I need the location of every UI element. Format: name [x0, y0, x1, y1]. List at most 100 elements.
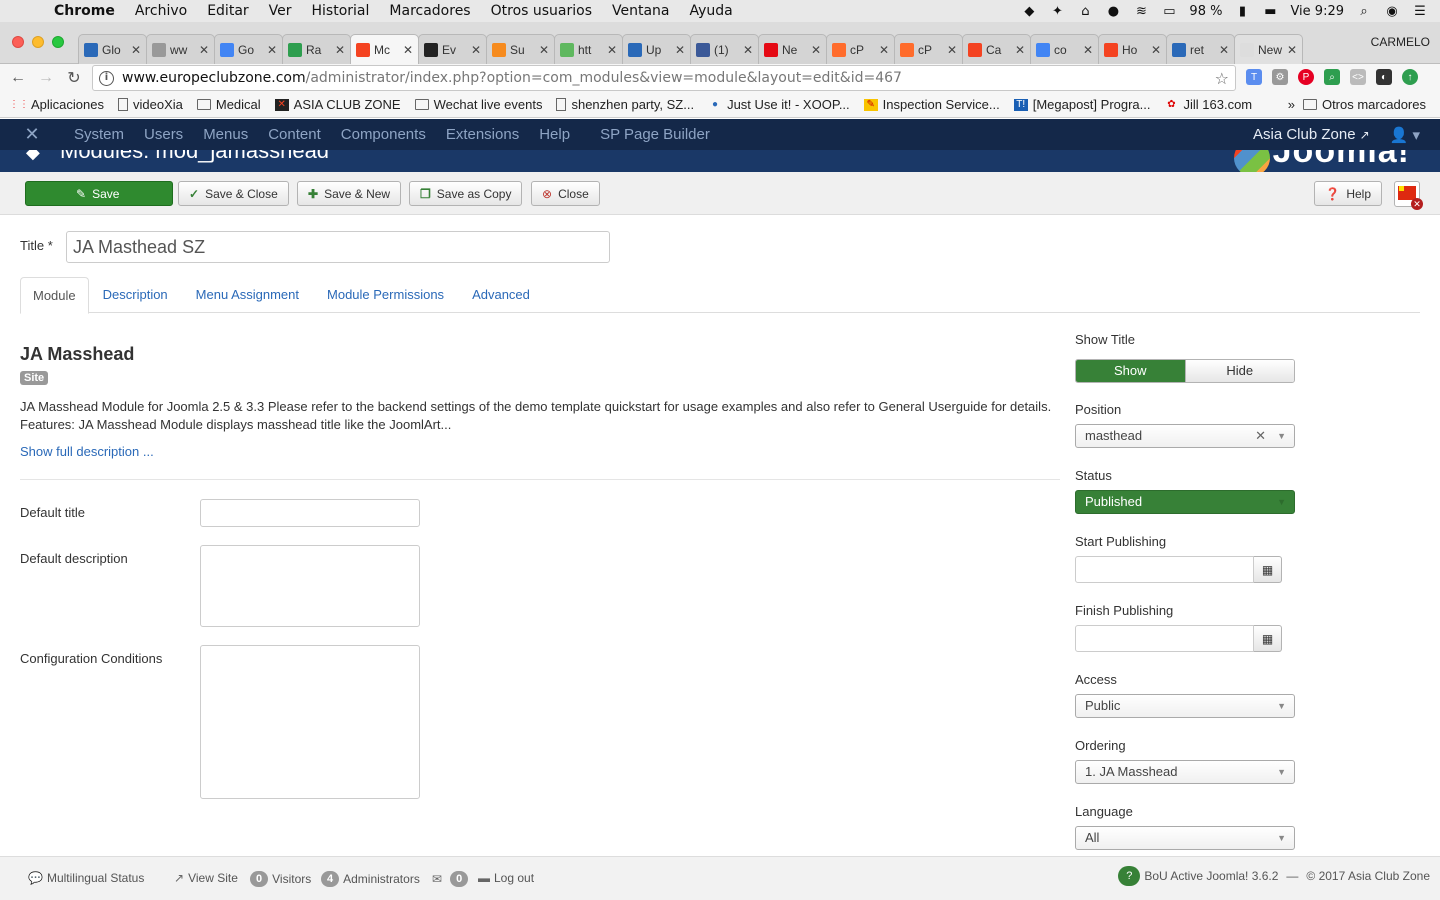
nav-extensions[interactable]: Extensions	[436, 126, 529, 143]
visitors-status[interactable]: 0 Visitors	[250, 871, 311, 887]
bookmark-inspection-service[interactable]: ✎ Inspection Service...	[863, 97, 1000, 112]
reload-icon[interactable]: ↻	[60, 68, 88, 88]
bookmark-asia-club-zone[interactable]: ✕ ASIA CLUB ZONE	[274, 97, 401, 112]
hide-option[interactable]: Hide	[1184, 360, 1294, 382]
back-icon[interactable]: ←	[4, 69, 32, 87]
bookmark-other[interactable]: Otros marcadores	[1302, 97, 1426, 112]
battery-icon[interactable]: ▮	[1234, 4, 1250, 19]
administrators-status[interactable]: 4 Administrators	[321, 871, 420, 887]
menu-chrome[interactable]: Chrome	[38, 3, 125, 19]
flag-spain-icon[interactable]: ▬	[1262, 4, 1278, 19]
browser-tab[interactable]: Up ✕	[622, 34, 691, 64]
wifi-icon[interactable]: ≋	[1133, 4, 1149, 19]
code-extension-icon[interactable]: <>	[1350, 69, 1366, 85]
menu-ayuda[interactable]: Ayuda	[680, 3, 743, 19]
show-option[interactable]: Show	[1076, 360, 1185, 382]
show-full-description-link[interactable]: Show full description ...	[20, 444, 154, 459]
browser-tab[interactable]: Go ✕	[214, 34, 283, 64]
browser-tab[interactable]: Su ✕	[486, 34, 555, 64]
settings-extension-icon[interactable]: ⚙	[1272, 69, 1288, 85]
forward-icon[interactable]: →	[32, 69, 60, 87]
browser-tab[interactable]: htt ✕	[554, 34, 623, 64]
view-site-link[interactable]: ↗ View Site	[174, 871, 238, 885]
language-flag-button[interactable]: ✕	[1394, 181, 1423, 210]
language-select[interactable]: All ▼	[1075, 826, 1295, 850]
menu-archivo[interactable]: Archivo	[125, 3, 197, 19]
messages-status[interactable]: ✉ 0	[432, 871, 472, 887]
close-tab-icon[interactable]: ✕	[811, 43, 821, 57]
notification-center-icon[interactable]: ☰	[1412, 4, 1428, 19]
browser-tab[interactable]: Glo ✕	[78, 34, 147, 64]
menu-otros-usuarios[interactable]: Otros usuarios	[481, 3, 602, 19]
siri-icon[interactable]: ◉	[1384, 4, 1400, 19]
clock[interactable]: Vie 9:29	[1290, 4, 1344, 19]
logout-link[interactable]: ▬ Log out	[478, 871, 534, 885]
default-title-input[interactable]	[200, 499, 420, 527]
tab-module[interactable]: Module	[20, 277, 89, 314]
help-button[interactable]: ❓ Help	[1314, 181, 1382, 206]
close-tab-icon[interactable]: ✕	[267, 43, 277, 57]
nav-users[interactable]: Users	[134, 126, 193, 143]
minimize-window-button[interactable]	[32, 36, 44, 48]
bookmark-medical[interactable]: Medical	[196, 97, 261, 112]
bookmark-just-use-it[interactable]: ● Just Use it! - XOOP...	[708, 97, 850, 112]
clear-icon[interactable]: ✕	[1255, 425, 1266, 447]
close-tab-icon[interactable]: ✕	[947, 43, 957, 57]
browser-tab[interactable]: New T✕	[1234, 34, 1303, 64]
joomla-logo-icon[interactable]: ✕	[0, 124, 64, 145]
tab-advanced[interactable]: Advanced	[458, 277, 544, 313]
lock-icon[interactable]: ⌂	[1077, 4, 1093, 19]
translate-extension-icon[interactable]: T	[1246, 69, 1262, 85]
browser-tab[interactable]: Ca ✕	[962, 34, 1031, 64]
configuration-conditions-textarea[interactable]	[200, 645, 420, 799]
zoom-window-button[interactable]	[52, 36, 64, 48]
nav-menus[interactable]: Menus	[193, 126, 258, 143]
close-tab-icon[interactable]: ✕	[1083, 43, 1093, 57]
close-tab-icon[interactable]: ✕	[743, 43, 753, 57]
title-input[interactable]	[66, 231, 610, 263]
info-icon[interactable]: i	[99, 70, 114, 86]
bookmark-shenzhen-party[interactable]: shenzhen party, SZ...	[556, 97, 694, 112]
wechat-icon[interactable]: ●	[1105, 4, 1121, 19]
search-extension-icon[interactable]: ⌕	[1324, 69, 1340, 85]
close-tab-icon[interactable]: ✕	[1015, 43, 1025, 57]
bookmark-megapost[interactable]: T! [Megapost] Progra...	[1013, 97, 1151, 112]
close-tab-icon[interactable]: ✕	[879, 43, 889, 57]
position-select[interactable]: masthead ✕ ▼	[1075, 424, 1295, 448]
incognito-extension-icon[interactable]: ◐	[1376, 69, 1392, 85]
tab-module-permissions[interactable]: Module Permissions	[313, 277, 458, 313]
spotlight-search-icon[interactable]: ⌕	[1356, 4, 1372, 19]
calendar-icon[interactable]: ▦	[1254, 625, 1282, 652]
ordering-select[interactable]: 1. JA Masshead ▼	[1075, 760, 1295, 784]
bookmarks-overflow-chevron[interactable]: »	[1288, 97, 1295, 112]
bookmark-star-icon[interactable]: ☆	[1215, 69, 1229, 88]
close-tab-icon[interactable]: ✕	[335, 43, 345, 57]
address-bar[interactable]: i www.europeclubzone.com /administrator/…	[92, 65, 1236, 91]
close-tab-icon[interactable]: ✕	[471, 43, 481, 57]
menu-ver[interactable]: Ver	[259, 3, 302, 19]
start-publishing-input[interactable]	[1075, 556, 1254, 583]
close-tab-icon[interactable]: ✕	[131, 43, 141, 57]
close-tab-icon[interactable]: ✕	[199, 43, 209, 57]
browser-tab[interactable]: ret ✕	[1166, 34, 1235, 64]
nav-help[interactable]: Help	[529, 126, 580, 143]
save-close-button[interactable]: ✓ Save & Close	[178, 181, 289, 206]
close-tab-icon[interactable]: ✕	[675, 43, 685, 57]
close-button[interactable]: ⊗ Close	[531, 181, 600, 206]
close-tab-icon[interactable]: ✕	[1287, 43, 1297, 57]
upload-extension-icon[interactable]: ↑	[1402, 69, 1418, 85]
multilingual-status-link[interactable]: 💬 Multilingual Status	[28, 871, 144, 885]
access-select[interactable]: Public ▼	[1075, 694, 1295, 718]
dropbox-icon[interactable]: ◆	[1021, 4, 1037, 19]
nav-content[interactable]: Content	[258, 126, 331, 143]
browser-tab[interactable]: ww ✕	[146, 34, 215, 64]
close-tab-icon[interactable]: ✕	[1219, 43, 1229, 57]
menu-marcadores[interactable]: Marcadores	[379, 3, 480, 19]
nav-components[interactable]: Components	[331, 126, 436, 143]
browser-tab[interactable]: Ho ✕	[1098, 34, 1167, 64]
nav-sp-page-builder[interactable]: SP Page Builder	[580, 126, 720, 143]
browser-tab[interactable]: Ne ✕	[758, 34, 827, 64]
close-tab-icon[interactable]: ✕	[607, 43, 617, 57]
calendar-icon[interactable]: ▦	[1254, 556, 1282, 583]
bookmark-apps[interactable]: ⋮⋮ Aplicaciones	[9, 97, 104, 112]
